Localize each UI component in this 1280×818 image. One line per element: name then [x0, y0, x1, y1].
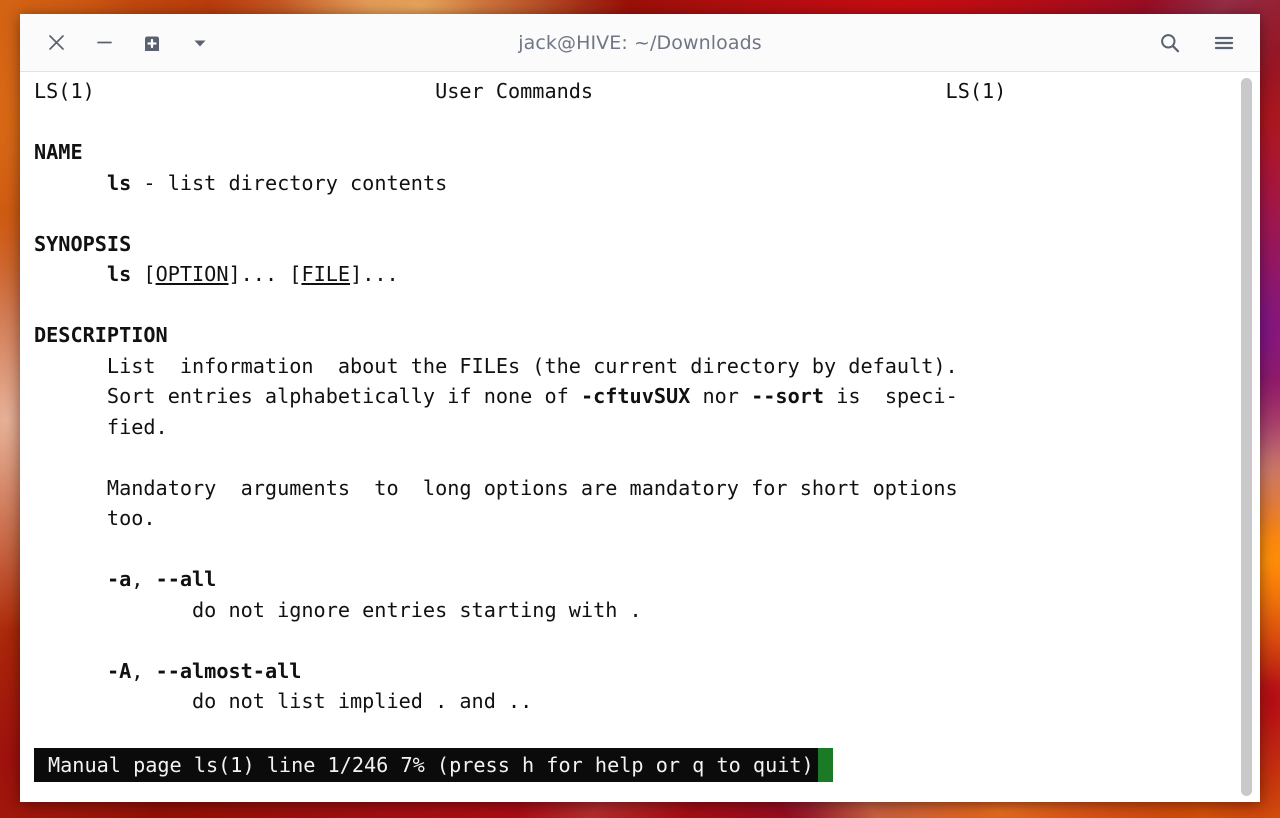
minimize-button[interactable] — [82, 23, 126, 63]
hamburger-menu-button[interactable] — [1202, 23, 1246, 63]
scrollbar[interactable] — [1238, 72, 1254, 802]
less-status-line: Manual page ls(1) line 1/246 7% (press h… — [34, 748, 833, 782]
man-page-content: LS(1) User Commands LS(1) NAME ls - list… — [34, 79, 1007, 713]
terminal-cursor — [817, 748, 833, 782]
search-button[interactable] — [1148, 23, 1192, 63]
titlebar-right-controls — [1148, 23, 1246, 63]
scrollbar-thumb[interactable] — [1241, 78, 1252, 796]
hamburger-menu-icon — [1212, 31, 1236, 55]
new-tab-button[interactable] — [130, 23, 174, 63]
search-icon — [1158, 31, 1182, 55]
less-status-text: Manual page ls(1) line 1/246 7% (press h… — [34, 748, 818, 782]
titlebar-left-controls — [34, 23, 222, 63]
close-button[interactable] — [34, 23, 78, 63]
close-icon — [46, 32, 67, 53]
chevron-down-icon — [191, 34, 209, 52]
tab-dropdown-button[interactable] — [178, 23, 222, 63]
terminal-body[interactable]: LS(1) User Commands LS(1) NAME ls - list… — [20, 72, 1260, 802]
new-tab-icon — [140, 31, 164, 55]
terminal-window: jack@HIVE: ~/Downloads LS(1) User Comman… — [20, 14, 1260, 802]
minimize-icon — [94, 32, 115, 53]
title-bar: jack@HIVE: ~/Downloads — [20, 14, 1260, 72]
